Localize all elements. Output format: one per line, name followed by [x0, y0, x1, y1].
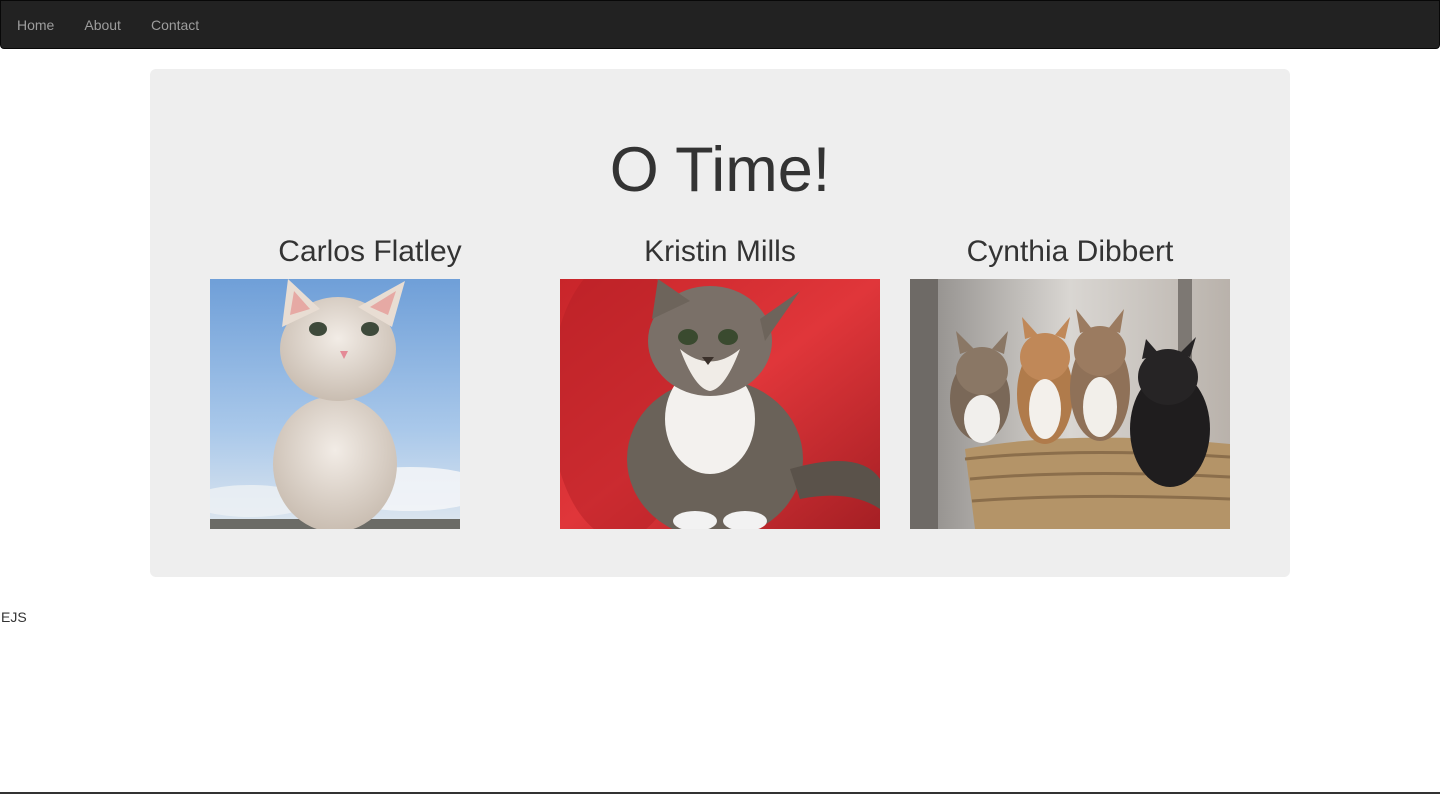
tabby-kitten-photo	[560, 279, 880, 529]
nav-about-link[interactable]: About	[69, 1, 136, 49]
nav-contact-link[interactable]: Contact	[136, 1, 214, 49]
kittens-in-basket-photo	[910, 279, 1230, 529]
white-kitten-photo	[210, 279, 460, 529]
top-navbar: Home About Contact	[0, 0, 1440, 49]
person-name: Cynthia Dibbert	[966, 235, 1174, 268]
footer-text: EJS	[1, 609, 27, 625]
nav-home-link[interactable]: Home	[2, 1, 69, 49]
person-name: Kristin Mills	[644, 235, 796, 268]
person-name: Carlos Flatley	[278, 235, 462, 268]
page-title: O Time!	[609, 135, 831, 205]
